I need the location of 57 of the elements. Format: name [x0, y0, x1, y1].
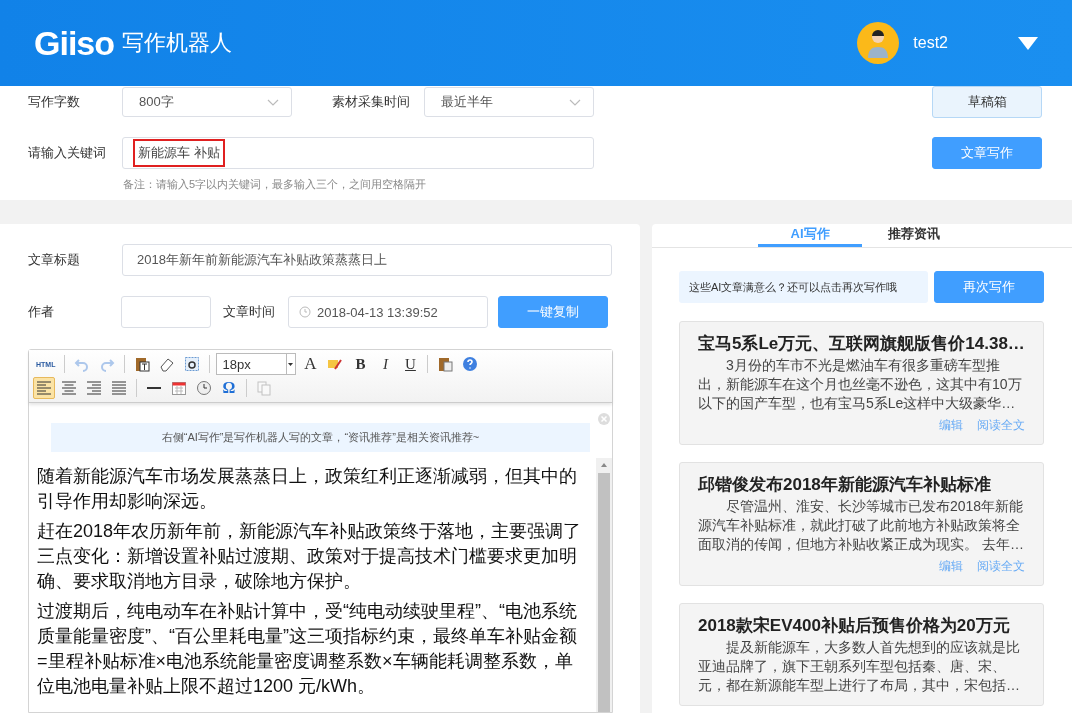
card-summary: 尽管温州、淮安、长沙等城市已发布2018年新能源汽车补贴标准，就此打破了此前地方补贴政策将全面取消的传闻，但地方补贴收紧正成为现实。 去年… — [698, 497, 1025, 554]
field-label: 请输入关键词 — [28, 144, 107, 162]
article-paragraph: 随着新能源汽车市场发展蒸蒸日上，政策红利正逐渐减弱，但其中的引导作用却影响深远。 — [37, 465, 578, 513]
clipboard-icon — [437, 356, 454, 372]
card-title[interactable]: 邱锴俊发布2018年新能源汽车补贴标准 — [698, 475, 1025, 495]
select-all-icon — [184, 356, 201, 372]
time-field[interactable]: 2018-04-13 13:39:52 — [288, 296, 488, 328]
author-field[interactable] — [121, 296, 211, 328]
copy-icon — [256, 380, 272, 396]
special-character-button[interactable]: Ω — [218, 377, 240, 399]
field-label: 素材采集时间 — [332, 93, 411, 111]
italic-button[interactable]: I — [374, 353, 397, 375]
field-label: 文章标题 — [28, 251, 81, 269]
field-label: 文章时间 — [223, 303, 275, 321]
rewrite-prompt: 这些AI文章满意么？还可以点击再次写作哦 — [679, 271, 928, 303]
card-title[interactable]: 宝马5系Le万元、互联网旗舰版售价14.38… — [698, 334, 1025, 354]
dropdown-arrow-icon — [286, 354, 296, 374]
word-count-select[interactable]: 800字 — [122, 87, 292, 117]
align-left-button[interactable] — [33, 377, 55, 399]
keyword-field[interactable]: 新能源车 补贴 — [122, 137, 594, 169]
align-center-icon — [61, 380, 77, 396]
undo-icon — [74, 356, 91, 372]
justify-icon — [111, 380, 127, 396]
drafts-button[interactable]: 草稿箱 — [932, 86, 1042, 118]
font-color-button[interactable]: A — [299, 353, 322, 375]
article-paragraph: 赶在2018年农历新年前，新能源汽车补贴政策终于落地，主要强调了三点变化：新增设置补贴过渡期、政策对于提高技术门槛要求更加明确、要求取消地方目录，破除地方保护。 — [37, 520, 583, 593]
redo-icon — [99, 356, 116, 372]
align-right-icon — [86, 380, 102, 396]
field-label: 作者 — [28, 303, 55, 321]
horizontal-rule-icon — [147, 387, 161, 389]
tab[interactable]: 推荐资讯 — [862, 224, 966, 247]
keyword-note: 备注：请输入5字以内关键词，最多输入三个，之间用空格隔开 — [122, 176, 428, 192]
article-paragraph: 过渡期后，纯电动车在补贴计算中，受“纯电动续驶里程”、“电池系统质量能量密度”、“百公里耗电量”这三项指标约束，最终单车补贴金额=里程补贴标准×电池系统能量密度调整系数×车辆能耗调整系数，单位电池电量补贴上限不超过1200 元/kWh。 — [37, 600, 578, 698]
font-size-select[interactable]: 18px — [216, 353, 297, 375]
eraser-icon — [159, 356, 176, 372]
keyword-value: 新能源车 补贴 — [133, 139, 225, 167]
underline-button[interactable]: U — [399, 353, 422, 375]
card-title[interactable]: 2018款宋EV400补贴后预售价格为20万元 — [698, 616, 1025, 636]
bold-button[interactable]: B — [349, 353, 372, 375]
clipboard-icon — [134, 356, 151, 372]
logo: Giiso — [34, 23, 115, 63]
clock-icon — [196, 380, 212, 396]
card-summary: 提及新能源车，大多数人首先想到的应该就是比亚迪品牌了，旗下王朝系列车型包括秦、唐、宋、元，都在新源能车型上进行了布局，其中，宋包括… — [698, 638, 1021, 695]
dropdown-caret-icon[interactable] — [1018, 36, 1038, 50]
card-summary: 3月份的车市不光是燃油车有很多重磅车型推出，新能源车在这个月也丝毫不逊色，这其中有10万以下的国产车型，也有宝马5系Le这样中大级豪华… — [698, 356, 1023, 413]
avatar[interactable] — [857, 22, 900, 64]
title-field[interactable]: 2018年新年前新能源汽车补贴政策蒸蒸日上 — [122, 244, 612, 276]
chevron-icon — [569, 98, 581, 106]
chevron-icon — [267, 98, 279, 106]
product-name: 写作机器人 — [122, 29, 233, 57]
help-icon — [462, 356, 479, 372]
period-select[interactable]: 最近半年 — [424, 87, 594, 117]
scrollbar[interactable] — [596, 458, 612, 712]
field-label: 写作字数 — [28, 93, 81, 111]
align-left-icon — [36, 380, 52, 396]
calendar-icon — [171, 380, 187, 396]
clock-icon — [299, 306, 311, 318]
